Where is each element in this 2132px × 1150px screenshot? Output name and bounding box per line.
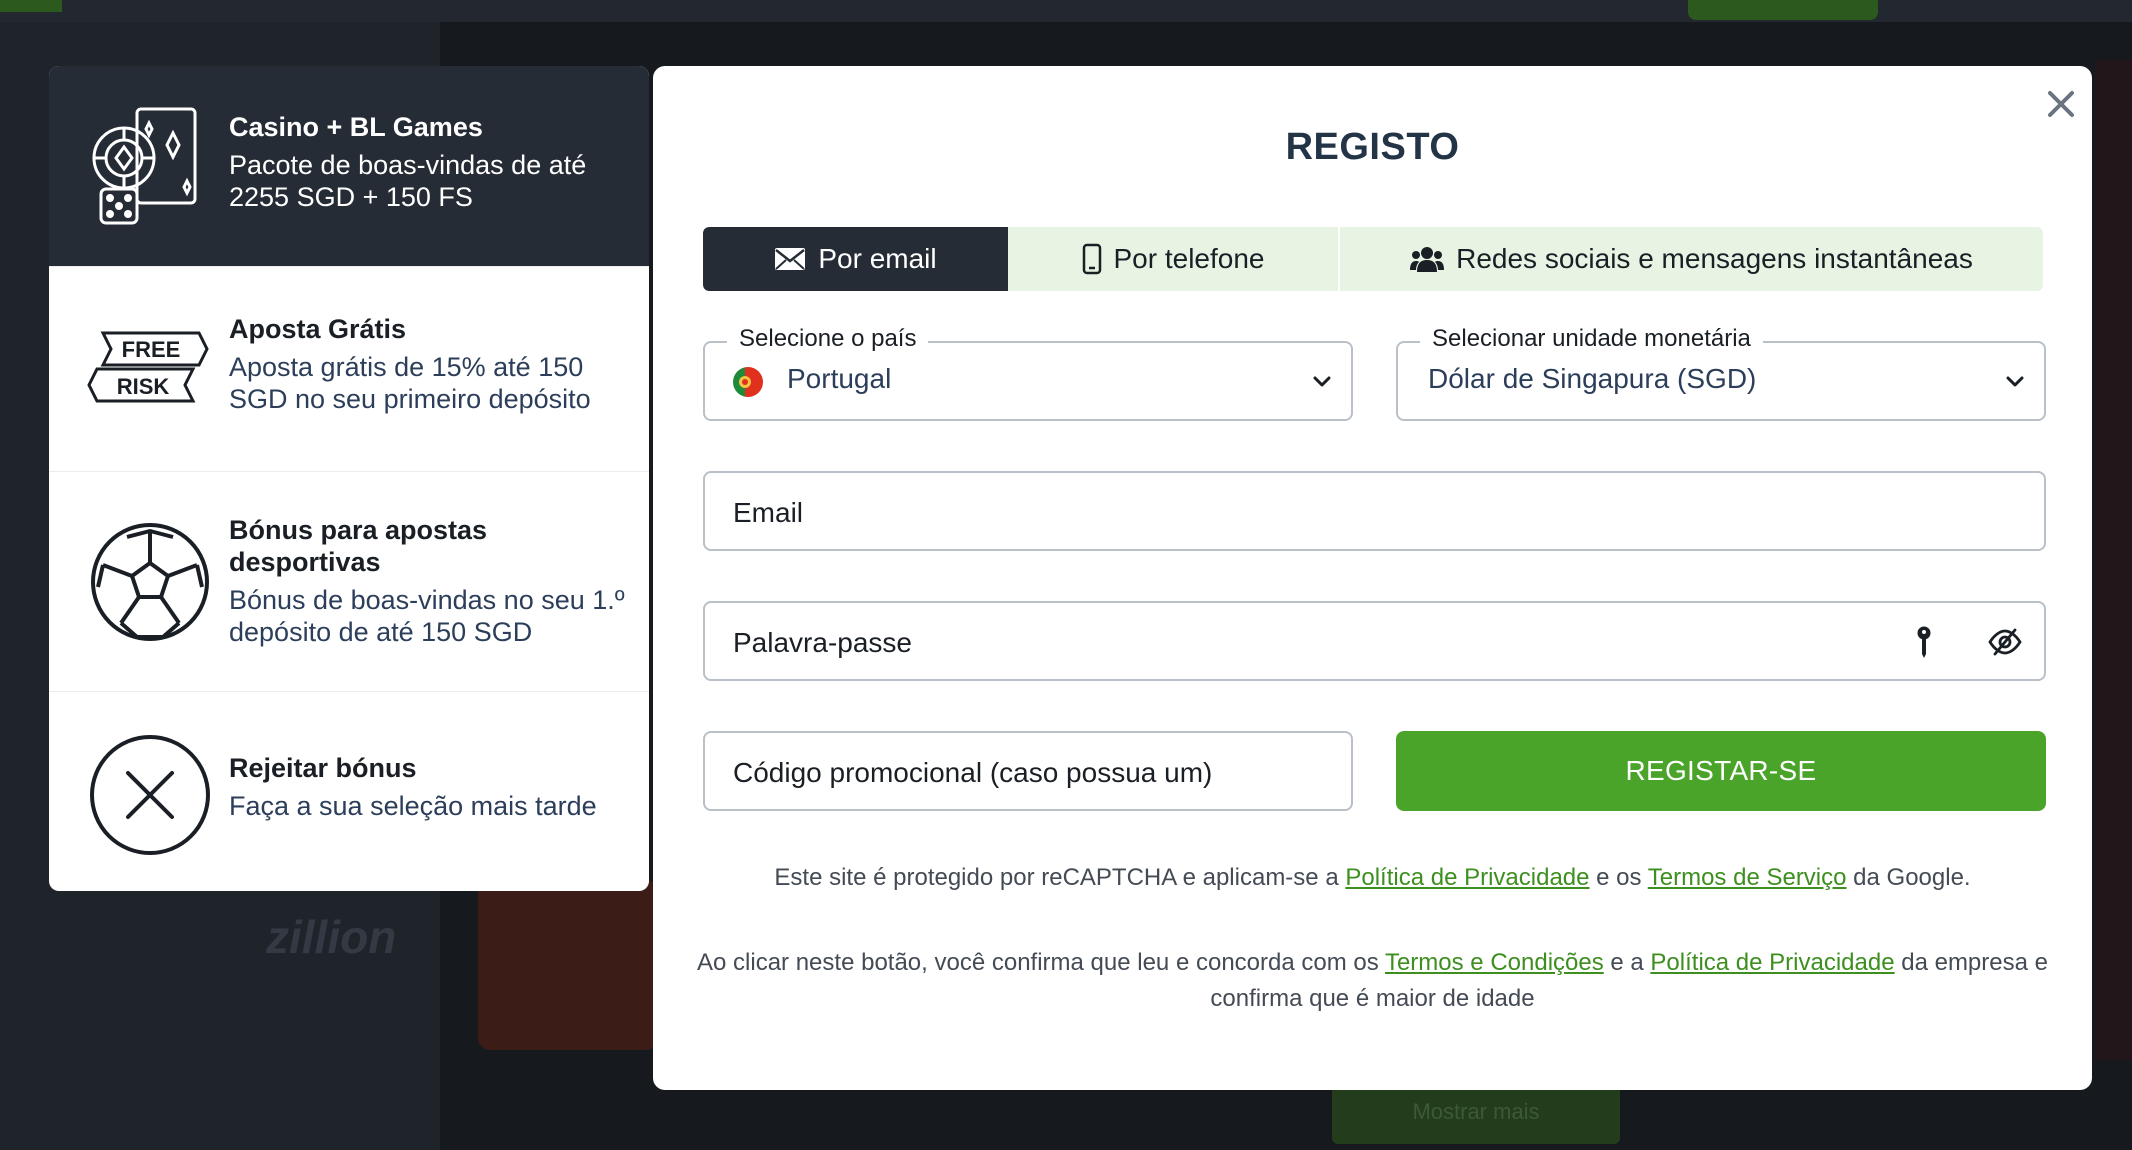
tab-phone[interactable]: Por telefone (1008, 227, 1338, 291)
bg-provider-logo: zillion (266, 911, 397, 963)
recaptcha-text-post: da Google. (1846, 864, 1971, 891)
privacy-policy-link[interactable]: Política de Privacidade (1650, 949, 1894, 976)
bonus-panel: Casino + BL Games Pacote de boas-vindas … (49, 66, 649, 891)
bonus-description: Faça a sua seleção mais tarde (229, 791, 597, 821)
promo-code-placeholder: Código promocional (caso possua um) (733, 757, 1213, 788)
bonus-option-reject[interactable]: Rejeitar bónus Faça a sua seleção mais t… (49, 691, 649, 891)
bonus-option-free-bet[interactable]: FREE RISK Aposta Grátis Aposta grátis de… (49, 266, 649, 471)
bonus-title: Bónus para apostas desportivas (229, 515, 488, 577)
country-select[interactable]: Selecione o país Portugal (703, 325, 1353, 421)
email-placeholder: Email (733, 497, 804, 528)
promo-code-field[interactable]: Código promocional (caso possua um) (703, 731, 1353, 811)
envelope-icon (775, 248, 806, 270)
bonus-description: Pacote de boas-vindas de até 2255 SGD + … (229, 150, 587, 212)
phone-icon (1082, 243, 1101, 275)
bg-green-button (1688, 0, 1878, 20)
bonus-option-sports[interactable]: Bónus para apostas desportivas Bónus de … (49, 471, 649, 691)
terms-of-service-link[interactable]: Termos de Serviço (1648, 864, 1847, 891)
recaptcha-text-mid: e os (1589, 864, 1648, 891)
privacy-policy-link-google[interactable]: Política de Privacidade (1345, 864, 1589, 891)
terms-conditions-link[interactable]: Termos e Condições (1385, 949, 1604, 976)
tab-email-label: Por email (818, 243, 937, 274)
bg-game-card (478, 880, 658, 1050)
bonus-text: Bónus para apostas desportivas Bónus de … (229, 514, 631, 648)
currency-select-label: Selecionar unidade monetária (1420, 325, 1763, 353)
chevron-down-icon (2006, 376, 2024, 387)
users-icon (1410, 247, 1445, 272)
bonus-text: Casino + BL Games Pacote de boas-vindas … (229, 111, 631, 213)
bonus-text: Rejeitar bónus Faça a sua seleção mais t… (229, 752, 631, 822)
bonus-option-casino[interactable]: Casino + BL Games Pacote de boas-vindas … (49, 66, 649, 266)
eye-hidden-icon[interactable] (1987, 627, 2023, 657)
recaptcha-notice: Este site é protegido por reCAPTCHA e ap… (693, 860, 2052, 896)
bonus-description: Bónus de boas-vindas no seu 1.º depósito… (229, 585, 625, 647)
password-field[interactable]: Palavra-passe (703, 601, 2046, 681)
bg-right-strip (2095, 60, 2132, 1060)
casino-chips-cards-icon (92, 107, 197, 225)
tab-email[interactable]: Por email (703, 227, 1008, 291)
country-select-label: Selecione o país (727, 325, 929, 353)
register-button[interactable]: REGISTAR-SE (1396, 731, 2046, 811)
key-icon[interactable] (1915, 625, 1933, 659)
bg-green-accent (0, 0, 62, 12)
bonus-description: Aposta grátis de 15% até 150 SGD no seu … (229, 352, 591, 414)
close-icon[interactable] (2041, 84, 2081, 124)
portugal-flag-icon (733, 367, 763, 397)
email-field[interactable]: Email (703, 471, 2046, 551)
free-label: FREE (122, 337, 181, 362)
bonus-title: Casino + BL Games (229, 112, 483, 142)
bonus-title: Aposta Grátis (229, 314, 407, 344)
registration-modal: REGISTO Por email Por telefone Redes soc… (653, 66, 2092, 1090)
country-select-value: Portugal (787, 363, 892, 394)
password-placeholder: Palavra-passe (733, 627, 912, 658)
modal-title: REGISTO (1285, 126, 1460, 168)
currency-select[interactable]: Selecionar unidade monetária Dólar de Si… (1396, 325, 2046, 421)
tab-phone-label: Por telefone (1113, 243, 1265, 274)
chevron-down-icon (1313, 376, 1331, 387)
soccer-ball-icon (91, 523, 209, 641)
reject-x-icon (90, 735, 210, 855)
currency-select-value: Dólar de Singapura (SGD) (1428, 363, 1757, 394)
consent-text-mid: e a (1603, 949, 1651, 976)
recaptcha-text-pre: Este site é protegido por reCAPTCHA e ap… (774, 864, 1346, 891)
tab-social-label: Redes sociais e mensagens instantâneas (1456, 243, 1973, 274)
bonus-text: Aposta Grátis Aposta grátis de 15% até 1… (229, 313, 631, 415)
consent-text-pre: Ao clicar neste botão, você confirma que… (697, 949, 1385, 976)
tab-social[interactable]: Redes sociais e mensagens instantâneas (1340, 227, 2043, 291)
registration-tabs: Por email Por telefone Redes sociais e m… (703, 227, 2043, 291)
free-risk-icon: FREE RISK (87, 331, 209, 403)
bonus-title: Rejeitar bónus (229, 753, 417, 783)
consent-notice: Ao clicar neste botão, você confirma que… (693, 945, 2052, 1017)
risk-label: RISK (117, 374, 170, 399)
